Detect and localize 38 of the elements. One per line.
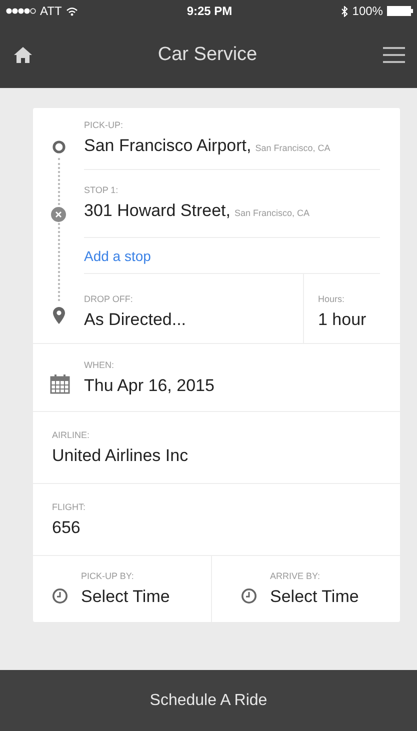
field-label: STOP 1:: [84, 185, 120, 195]
schedule-ride-button[interactable]: Schedule A Ride: [0, 670, 417, 731]
circle-icon: [52, 140, 66, 154]
signal-icon: [6, 8, 36, 14]
battery-percent: 100%: [352, 4, 383, 18]
field-label: Hours:: [318, 294, 346, 304]
address-text[interactable]: As Directed...: [84, 310, 303, 330]
bluetooth-icon: [341, 6, 348, 16]
clock-icon: [52, 588, 68, 604]
remove-stop-icon[interactable]: [51, 207, 66, 222]
time-value[interactable]: Select Time: [270, 587, 359, 607]
calendar-icon: [50, 374, 70, 394]
battery-icon: [386, 6, 413, 16]
location-pin-icon: [52, 307, 64, 324]
address-text[interactable]: 301 Howard Street,: [84, 201, 230, 221]
field-value[interactable]: 656: [52, 518, 86, 538]
menu-icon[interactable]: [383, 47, 405, 63]
field-value[interactable]: Thu Apr 16, 2015: [84, 376, 214, 396]
field-label: AIRLINE:: [52, 430, 91, 440]
field-label: DROP OFF:: [84, 294, 134, 304]
field-label: FLIGHT:: [52, 502, 86, 512]
clock-icon: [241, 588, 257, 604]
carrier-name: ATT: [40, 4, 62, 18]
address-text[interactable]: San Francisco Airport,: [84, 136, 252, 156]
city-text: San Francisco, CA: [234, 208, 310, 218]
field-label: ARRIVE BY:: [270, 571, 322, 581]
add-stop-link[interactable]: Add a stop: [84, 248, 151, 264]
field-label: PICK-UP BY:: [81, 571, 135, 581]
wifi-icon: [66, 6, 78, 16]
screen-title: Car Service: [158, 44, 258, 66]
field-label: WHEN:: [84, 360, 115, 370]
hours-value[interactable]: 1 hour: [318, 310, 400, 330]
field-label: PICK-UP:: [84, 120, 124, 130]
home-icon[interactable]: [14, 47, 32, 63]
status-time: 9:25 PM: [186, 4, 232, 18]
time-value[interactable]: Select Time: [81, 587, 170, 607]
city-text: San Francisco, CA: [255, 143, 330, 153]
field-value[interactable]: United Airlines Inc: [52, 446, 188, 466]
